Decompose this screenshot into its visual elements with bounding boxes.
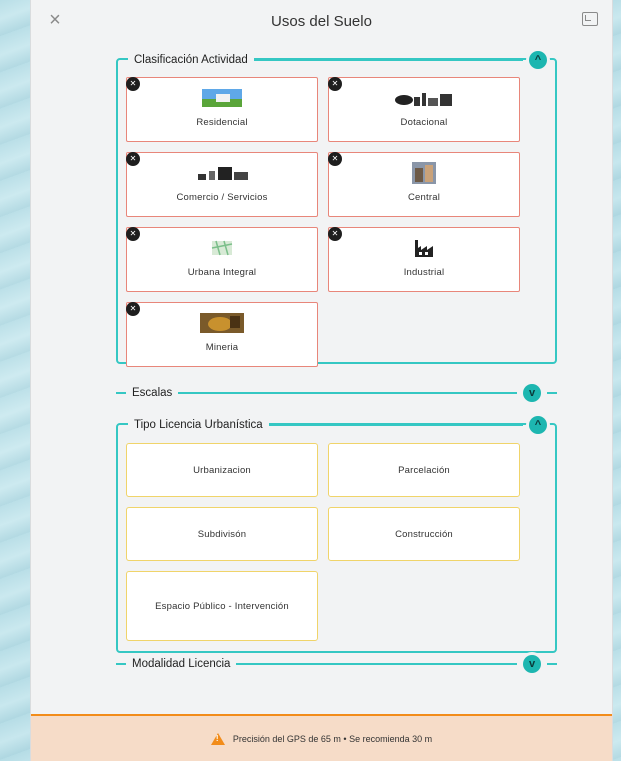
modal-title: Usos del Suelo: [271, 12, 372, 30]
card-label: Subdivisón: [197, 528, 247, 540]
shops-icon: [194, 163, 250, 183]
license-card-urbanizacion[interactable]: Urbanizacion: [126, 443, 318, 497]
urban-map-icon: [210, 238, 234, 258]
expand-icon[interactable]: [582, 12, 598, 26]
remove-icon[interactable]: ✕: [328, 77, 342, 91]
divider: [116, 663, 126, 665]
divider: [178, 392, 517, 394]
divider: [116, 392, 126, 394]
card-label: Residencial: [196, 117, 248, 128]
mining-photo-icon: [200, 313, 244, 333]
remove-icon[interactable]: ✕: [328, 152, 342, 166]
section-modalidad-licencia[interactable]: Modalidad Licencia v: [116, 655, 557, 673]
section-title: Clasificación Actividad: [128, 54, 254, 66]
section-tipo-licencia: Tipo Licencia Urbanística ^ Urbanizacion…: [116, 416, 557, 653]
activity-card-comercio[interactable]: ✕ Comercio / Servicios: [126, 152, 318, 217]
divider: [236, 663, 517, 665]
divider: [547, 663, 557, 665]
card-label: Industrial: [403, 267, 445, 278]
remove-icon[interactable]: ✕: [328, 227, 342, 241]
modal-header: × Usos del Suelo: [31, 0, 612, 42]
activity-card-dotacional[interactable]: ✕ Dotacional: [328, 77, 520, 142]
card-label: Dotacional: [400, 117, 448, 128]
license-card-espacio-publico[interactable]: Espacio Público - Intervención: [126, 571, 318, 641]
land-use-modal: × Usos del Suelo Clasificación Actividad…: [30, 0, 613, 761]
close-icon[interactable]: ×: [45, 10, 65, 30]
section-title: Tipo Licencia Urbanística: [128, 419, 269, 431]
card-label: Urbanizacion: [193, 464, 251, 476]
divider: [268, 424, 523, 426]
activity-card-urbana-integral[interactable]: ✕ Urbana Integral: [126, 227, 318, 292]
license-card-parcelacion[interactable]: Parcelación: [328, 443, 520, 497]
expand-chevron-icon[interactable]: v: [523, 655, 541, 673]
section-clasificacion-actividad: Clasificación Actividad ^ ✕ Residencial …: [116, 51, 557, 367]
central-photo-icon: [412, 162, 436, 184]
section-escalas[interactable]: Escalas v: [116, 384, 557, 402]
license-card-construccion[interactable]: Construcción: [328, 507, 520, 561]
card-label: Parcelación: [398, 464, 450, 476]
expand-chevron-icon[interactable]: v: [523, 384, 541, 402]
divider: [253, 59, 523, 61]
factory-icon: [413, 238, 435, 258]
remove-icon[interactable]: ✕: [126, 227, 140, 241]
activity-card-industrial[interactable]: ✕ Industrial: [328, 227, 520, 292]
card-label: Mineria: [205, 342, 239, 353]
card-label: Central: [407, 192, 441, 203]
gps-warning-banner: Precisión del GPS de 65 m • Se recomiend…: [31, 714, 612, 761]
activity-card-central[interactable]: ✕ Central: [328, 152, 520, 217]
map-backdrop-left: [0, 0, 30, 761]
remove-icon[interactable]: ✕: [126, 152, 140, 166]
section-legend: Clasificación Actividad ^: [128, 51, 547, 69]
map-backdrop-right: [613, 0, 621, 761]
warning-icon: [210, 732, 225, 745]
collapse-chevron-icon[interactable]: ^: [529, 416, 547, 434]
activity-card-mineria[interactable]: ✕ Mineria: [126, 302, 318, 367]
card-label: Espacio Público - Intervención: [155, 600, 289, 612]
buildings-icon: [394, 88, 454, 108]
card-label: Comercio / Servicios: [176, 192, 268, 203]
section-title: Modalidad Licencia: [132, 658, 231, 670]
gps-warning-text: Precisión del GPS de 65 m • Se recomiend…: [232, 733, 433, 744]
remove-icon[interactable]: ✕: [126, 302, 140, 316]
activity-card-residencial[interactable]: ✕ Residencial: [126, 77, 318, 142]
section-title: Escalas: [132, 387, 173, 399]
divider: [547, 392, 557, 394]
collapse-chevron-icon[interactable]: ^: [529, 51, 547, 69]
remove-icon[interactable]: ✕: [126, 77, 140, 91]
residential-photo-icon: [202, 88, 242, 108]
section-legend: Tipo Licencia Urbanística ^: [128, 416, 547, 434]
license-card-subdivision[interactable]: Subdivisón: [126, 507, 318, 561]
card-label: Urbana Integral: [187, 267, 257, 278]
card-label: Construcción: [395, 528, 453, 540]
